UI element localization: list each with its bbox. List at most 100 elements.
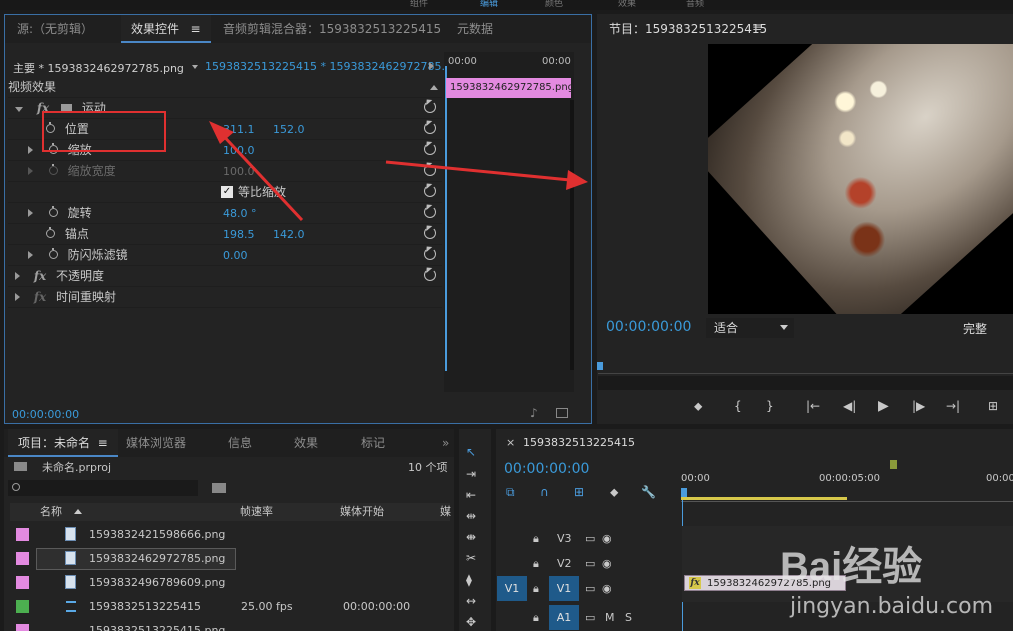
- timeline-tab[interactable]: 1593832513225415: [523, 436, 635, 449]
- anchor-y[interactable]: 142.0: [273, 224, 305, 245]
- sync-lock-icon[interactable]: ▭: [585, 605, 595, 630]
- tab-media-browser[interactable]: 媒体浏览器: [116, 429, 196, 457]
- program-scrub-bar[interactable]: [598, 362, 1013, 374]
- sync-lock-icon[interactable]: ▭: [585, 526, 595, 551]
- list-item[interactable]: 1593832496789609.png: [10, 571, 450, 595]
- col-framerate[interactable]: 帧速率: [240, 503, 273, 521]
- mute-icon[interactable]: M: [605, 605, 615, 630]
- reset-icon[interactable]: [424, 122, 436, 134]
- lift-icon[interactable]: ⊞: [988, 398, 998, 414]
- fit-dropdown[interactable]: 适合: [706, 318, 794, 338]
- reset-icon[interactable]: [424, 227, 436, 239]
- playhead-handle[interactable]: [681, 488, 687, 497]
- reset-icon[interactable]: [424, 206, 436, 218]
- wrench-icon[interactable]: 🔧: [641, 484, 656, 500]
- dropdown-icon[interactable]: [192, 65, 198, 69]
- rolling-edit-tool-icon[interactable]: ⇹: [466, 508, 476, 524]
- sync-lock-icon[interactable]: ▭: [585, 576, 595, 601]
- reset-icon[interactable]: [424, 101, 436, 113]
- fx-badge-icon[interactable]: fx: [689, 577, 701, 589]
- col-media-start[interactable]: 媒体开始: [340, 503, 384, 521]
- step-forward-icon[interactable]: |▶: [912, 398, 925, 414]
- tab-menu-icon[interactable]: ≡: [190, 22, 200, 36]
- fx-icon[interactable]: fx: [34, 269, 46, 283]
- timeline-ruler[interactable]: 00:00 00:00:05:00 00:00: [681, 460, 1013, 502]
- time-remap-row[interactable]: fx 时间重映射: [8, 287, 442, 308]
- mini-clip-bar[interactable]: 1593832462972785.png: [446, 78, 574, 98]
- tab-metadata[interactable]: 元数据: [447, 15, 503, 43]
- list-item[interactable]: 1593832513225415.png: [10, 619, 450, 631]
- expand-icon[interactable]: [28, 251, 33, 259]
- go-to-out-icon[interactable]: →|: [946, 398, 960, 414]
- lock-icon[interactable]: 🔒︎: [533, 551, 539, 576]
- collapse-icon[interactable]: [430, 85, 438, 90]
- stopwatch-icon[interactable]: [48, 206, 58, 217]
- eye-icon[interactable]: ◉: [602, 526, 612, 551]
- scale-value[interactable]: 100.0: [223, 140, 255, 161]
- work-area-bar[interactable]: [681, 497, 847, 500]
- reset-icon[interactable]: [424, 248, 436, 260]
- tab-source[interactable]: 源:（无剪辑）: [7, 15, 103, 43]
- mark-in-icon[interactable]: {: [734, 398, 742, 414]
- reset-icon[interactable]: [424, 164, 436, 176]
- workspace-color[interactable]: 颜色: [545, 0, 563, 9]
- eye-icon[interactable]: ◉: [602, 576, 612, 601]
- sync-lock-icon[interactable]: ▭: [585, 551, 595, 576]
- lock-icon[interactable]: 🔒︎: [533, 576, 539, 601]
- sort-asc-icon[interactable]: [74, 509, 82, 514]
- col-more[interactable]: 媒: [440, 503, 451, 521]
- list-item[interactable]: 1593832421598666.png: [10, 523, 450, 547]
- anti-flicker-value[interactable]: 0.00: [223, 245, 248, 266]
- program-zoom-bar[interactable]: [598, 376, 1013, 390]
- slip-tool-icon[interactable]: ⧫: [466, 572, 472, 588]
- tab-effects[interactable]: 效果: [284, 429, 328, 457]
- label-color[interactable]: [16, 624, 29, 631]
- reset-icon[interactable]: [424, 143, 436, 155]
- workspace-effects[interactable]: 效果: [618, 0, 636, 9]
- expand-icon[interactable]: [28, 209, 33, 217]
- go-to-in-icon[interactable]: |←: [806, 398, 820, 414]
- mini-scroll[interactable]: [570, 100, 574, 370]
- track-label[interactable]: V1: [549, 576, 579, 601]
- selection-tool-icon[interactable]: ↖: [466, 444, 476, 460]
- track-label[interactable]: V2: [557, 551, 572, 576]
- list-item[interactable]: 1593832462972785.png: [10, 547, 450, 571]
- label-color[interactable]: [16, 528, 29, 541]
- stopwatch-icon[interactable]: [48, 248, 58, 259]
- track-label[interactable]: V3: [557, 526, 572, 551]
- workspace-assembly[interactable]: 组件: [410, 0, 428, 9]
- more-panels-icon[interactable]: »: [432, 429, 459, 457]
- expand-icon[interactable]: [15, 272, 20, 280]
- reset-icon[interactable]: [424, 185, 436, 197]
- tab-info[interactable]: 信息: [218, 429, 262, 457]
- track-label[interactable]: A1: [549, 605, 579, 630]
- export-frame-icon[interactable]: [556, 408, 568, 418]
- tab-markers[interactable]: 标记: [351, 429, 395, 457]
- tab-audio-mixer[interactable]: 音频剪辑混合器：1593832513225415: [213, 15, 451, 43]
- timeline-timecode[interactable]: 00:00:00:00: [504, 461, 589, 477]
- close-tab-icon[interactable]: ×: [506, 436, 515, 449]
- source-patch-v1[interactable]: V1: [497, 576, 527, 601]
- lock-icon[interactable]: 🔒︎: [533, 605, 539, 630]
- position-y[interactable]: 152.0: [273, 119, 305, 140]
- razor-tool-icon[interactable]: ✂: [466, 550, 476, 566]
- lock-icon[interactable]: 🔒︎: [533, 526, 539, 551]
- reset-icon[interactable]: [424, 269, 436, 281]
- checkbox-checked[interactable]: ✓: [221, 186, 233, 198]
- program-title[interactable]: 节目：1593832513225415: [609, 20, 767, 37]
- play-icon[interactable]: ▶: [878, 398, 889, 414]
- sequence-clip-label[interactable]: 1593832513225415 * 1593832462972785.png: [205, 60, 466, 73]
- tab-menu-icon[interactable]: ≡: [98, 436, 108, 450]
- track-select-tool-icon[interactable]: ⇥: [466, 466, 476, 482]
- add-marker-icon[interactable]: ⬥: [610, 484, 618, 500]
- expand-icon[interactable]: [15, 107, 23, 112]
- label-color[interactable]: [16, 552, 29, 565]
- tab-effect-controls[interactable]: 效果控件 ≡: [121, 15, 211, 43]
- nest-toggle-icon[interactable]: ⧉: [506, 484, 515, 500]
- project-search-input[interactable]: [8, 480, 198, 496]
- ripple-edit-tool-icon[interactable]: ⇤: [466, 487, 476, 503]
- new-bin-icon[interactable]: [212, 483, 226, 493]
- linked-selection-icon[interactable]: ⊞: [574, 484, 584, 500]
- solo-icon[interactable]: S: [625, 605, 632, 630]
- audio-icon[interactable]: ♪: [530, 406, 538, 420]
